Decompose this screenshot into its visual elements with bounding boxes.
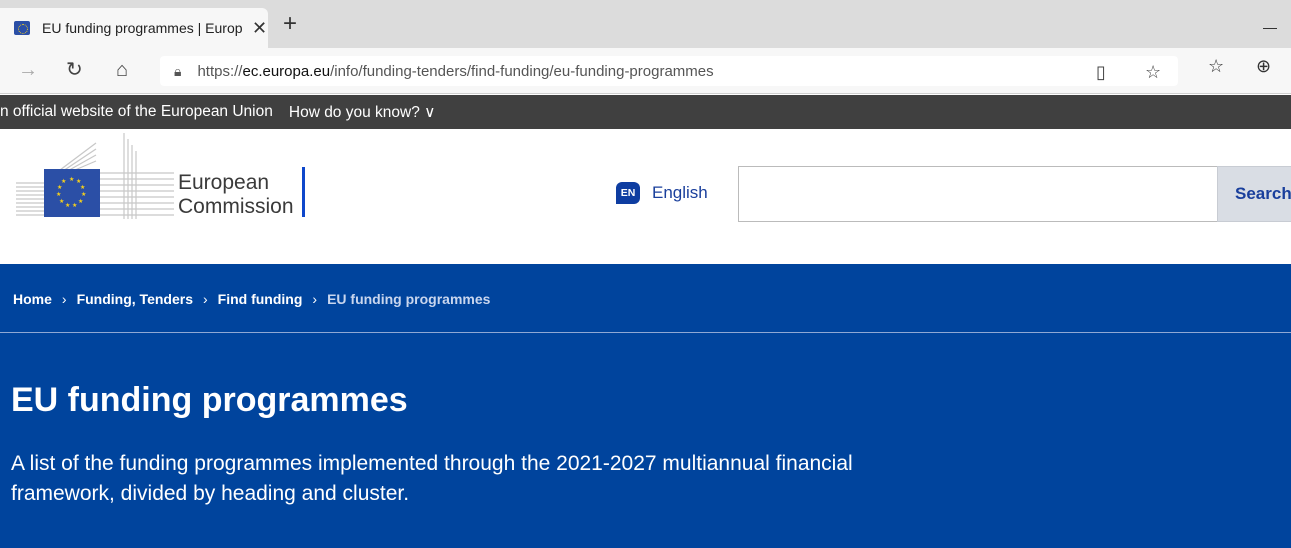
tab-title: EU funding programmes | Europ	[42, 20, 242, 36]
logo-divider	[302, 167, 305, 217]
page-description: A list of the funding programmes impleme…	[11, 452, 853, 505]
language-selector[interactable]: EN English	[616, 182, 708, 204]
site-header: ★ ★ ★ ★ ★ ★ ★ ★ ★ ★ ★ European Commission EN En…	[0, 129, 1291, 264]
collections-icon[interactable]: ⊕	[1256, 56, 1271, 77]
reload-icon[interactable]: ↻	[66, 58, 83, 82]
svg-text:★: ★	[56, 191, 61, 198]
breadcrumb-current: EU funding programmes	[327, 291, 491, 307]
how-do-you-know-toggle[interactable]: How do you know? ∨	[289, 103, 436, 122]
svg-text:★: ★	[61, 178, 66, 185]
page-info-icon[interactable]: 🔒︎	[174, 63, 181, 80]
svg-text:★: ★	[72, 202, 77, 209]
breadcrumb-find-funding[interactable]: Find funding	[218, 291, 303, 307]
minimize-window-button[interactable]	[1263, 28, 1277, 29]
immersive-reader-icon[interactable]: ▯	[1096, 62, 1106, 83]
svg-text:★: ★	[57, 184, 62, 191]
browser-tab-strip: EU funding programmes | Europ ✕ +	[0, 0, 1291, 48]
svg-text:★: ★	[78, 198, 83, 205]
european-commission-logo-icon[interactable]: ★ ★★ ★★★ ★★★ ★★	[16, 133, 174, 219]
tab-close-icon[interactable]: ✕	[252, 18, 267, 39]
breadcrumb-funding-tenders[interactable]: Funding, Tenders	[77, 291, 193, 307]
home-icon[interactable]: ⌂	[116, 58, 128, 82]
add-favorite-icon[interactable]: ☆	[1145, 62, 1161, 83]
svg-text:★: ★	[59, 198, 64, 205]
page-hero: Home › Funding, Tenders › Find funding ›…	[0, 264, 1291, 548]
official-site-text: n official website of the European Union	[0, 103, 273, 120]
hero-divider	[0, 332, 1291, 333]
breadcrumb: Home › Funding, Tenders › Find funding ›…	[13, 291, 490, 307]
breadcrumb-home[interactable]: Home	[13, 291, 52, 307]
new-tab-button[interactable]: +	[283, 12, 297, 36]
search-button[interactable]: Search	[1217, 166, 1291, 222]
logo-wordmark[interactable]: European Commission	[178, 171, 294, 219]
search-input[interactable]	[738, 166, 1218, 222]
logo-line-1: European	[178, 171, 270, 194]
page-title: EU funding programmes	[11, 381, 408, 419]
svg-text:★: ★	[65, 202, 70, 209]
address-bar[interactable]: 🔒︎ https://ec.europa.eu/info/funding-ten…	[160, 56, 1178, 86]
breadcrumb-separator-icon: ›	[61, 291, 67, 307]
url-text: https://ec.europa.eu/info/funding-tender…	[197, 62, 714, 80]
browser-tab[interactable]: EU funding programmes | Europ ✕	[0, 8, 268, 48]
breadcrumb-separator-icon: ›	[202, 291, 208, 307]
breadcrumb-separator-icon: ›	[312, 291, 318, 307]
forward-arrow-icon[interactable]: →	[18, 58, 38, 82]
language-code-badge: EN	[616, 182, 640, 204]
browser-toolbar: → ↻ ⌂ 🔒︎ https://ec.europa.eu/info/fundi…	[0, 48, 1291, 94]
language-label: English	[652, 183, 708, 202]
svg-text:★: ★	[69, 176, 74, 183]
favorites-icon[interactable]: ☆	[1208, 56, 1224, 77]
eu-favicon-icon	[14, 21, 30, 35]
logo-line-2: Commission	[178, 195, 294, 218]
eu-official-banner: n official website of the European Union…	[0, 95, 1291, 129]
svg-text:★: ★	[80, 184, 85, 191]
svg-text:★: ★	[81, 191, 86, 198]
